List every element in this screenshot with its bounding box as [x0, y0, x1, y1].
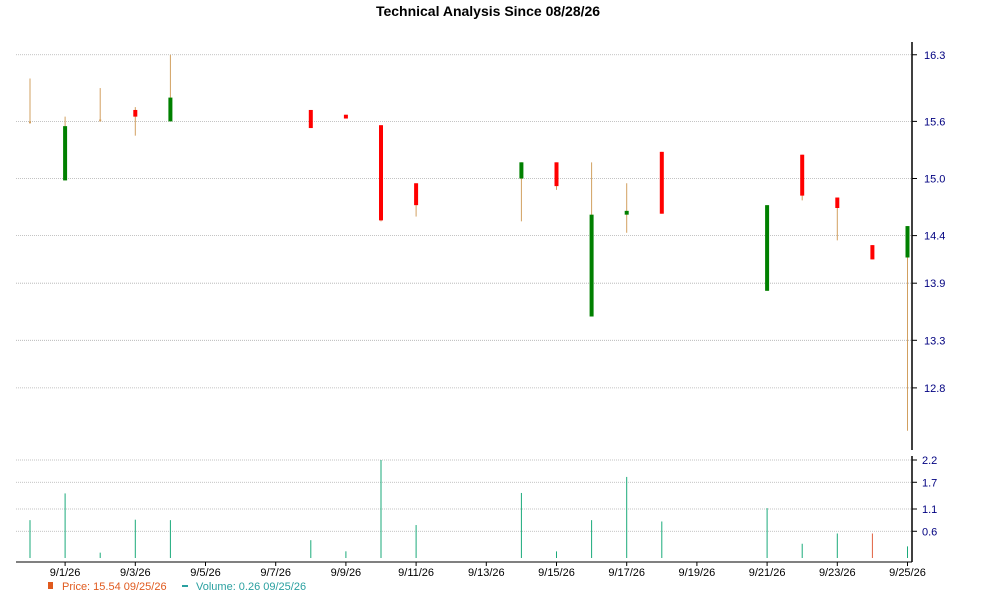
- candle-body: [765, 205, 770, 291]
- technical-analysis-chart: Technical Analysis Since 08/28/26 16.3 15…: [0, 0, 1000, 600]
- chart-svg: Technical Analysis Since 08/28/26 16.3 15…: [16, 3, 946, 593]
- grid-lines: [16, 54, 912, 532]
- candle-body: [835, 197, 840, 208]
- price-legend-label: Price: 15.54 09/25/26: [62, 581, 167, 593]
- date-tick-label: 9/11/26: [398, 567, 434, 579]
- candle-body: [99, 119, 102, 122]
- price-tick-label: 16.3: [924, 50, 945, 62]
- date-tick-label: 9/15/26: [538, 567, 575, 579]
- candle-body: [519, 162, 524, 179]
- candle-body: [414, 183, 419, 206]
- price-tick-label: 12.8: [924, 383, 945, 395]
- date-tick-label: 9/23/26: [819, 567, 856, 579]
- date-tick-label: 9/7/26: [260, 567, 291, 579]
- volume-tick-label: 2.2: [922, 455, 937, 467]
- date-tick-label: 9/19/26: [679, 567, 716, 579]
- candle-body: [63, 126, 68, 181]
- chart-title: Technical Analysis Since 08/28/26: [376, 3, 600, 19]
- date-tick-label: 9/25/26: [889, 567, 926, 579]
- candle-body: [659, 151, 664, 214]
- candle-body: [870, 245, 875, 260]
- legend: Price: 15.54 09/25/26 Volume: 0.26 09/25…: [48, 581, 306, 593]
- candle-body: [589, 214, 594, 317]
- price-tick-label: 13.9: [924, 278, 945, 290]
- candles: [29, 54, 910, 431]
- volume-tick-label: 1.7: [922, 477, 937, 489]
- axis-labels: 16.3 15.6 15.0 14.4 13.9 13.3 12.8 2.2 1.7 1.1 0.6…: [50, 50, 946, 579]
- price-tick-label: 15.6: [924, 116, 945, 128]
- volume-legend-label: Volume: 0.26 09/25/26: [196, 581, 306, 593]
- date-tick-label: 9/9/26: [331, 567, 362, 579]
- candle-body: [379, 125, 383, 221]
- candle-body: [133, 109, 138, 117]
- candle-body: [29, 121, 31, 124]
- candle-body: [800, 154, 805, 196]
- candle-body: [905, 226, 910, 258]
- date-tick-label: 9/5/26: [190, 567, 221, 579]
- date-tick-label: 9/21/26: [749, 567, 786, 579]
- price-tick-label: 14.4: [924, 231, 945, 243]
- candle-body: [554, 162, 559, 187]
- axes: [16, 42, 917, 566]
- date-tick-label: 9/13/26: [468, 567, 505, 579]
- volume-tick-label: 1.1: [922, 504, 937, 516]
- candle-body: [343, 114, 348, 119]
- price-tick-label: 15.0: [924, 173, 945, 185]
- date-tick-label: 9/1/26: [50, 567, 81, 579]
- candle-body: [308, 109, 313, 129]
- price-tick-label: 13.3: [924, 335, 945, 347]
- price-legend-swatch: [48, 582, 53, 589]
- volume-tick-label: 0.6: [922, 526, 937, 538]
- date-tick-label: 9/3/26: [120, 567, 151, 579]
- date-tick-label: 9/17/26: [608, 567, 645, 579]
- candle-body: [168, 97, 173, 122]
- candle-body: [624, 210, 629, 215]
